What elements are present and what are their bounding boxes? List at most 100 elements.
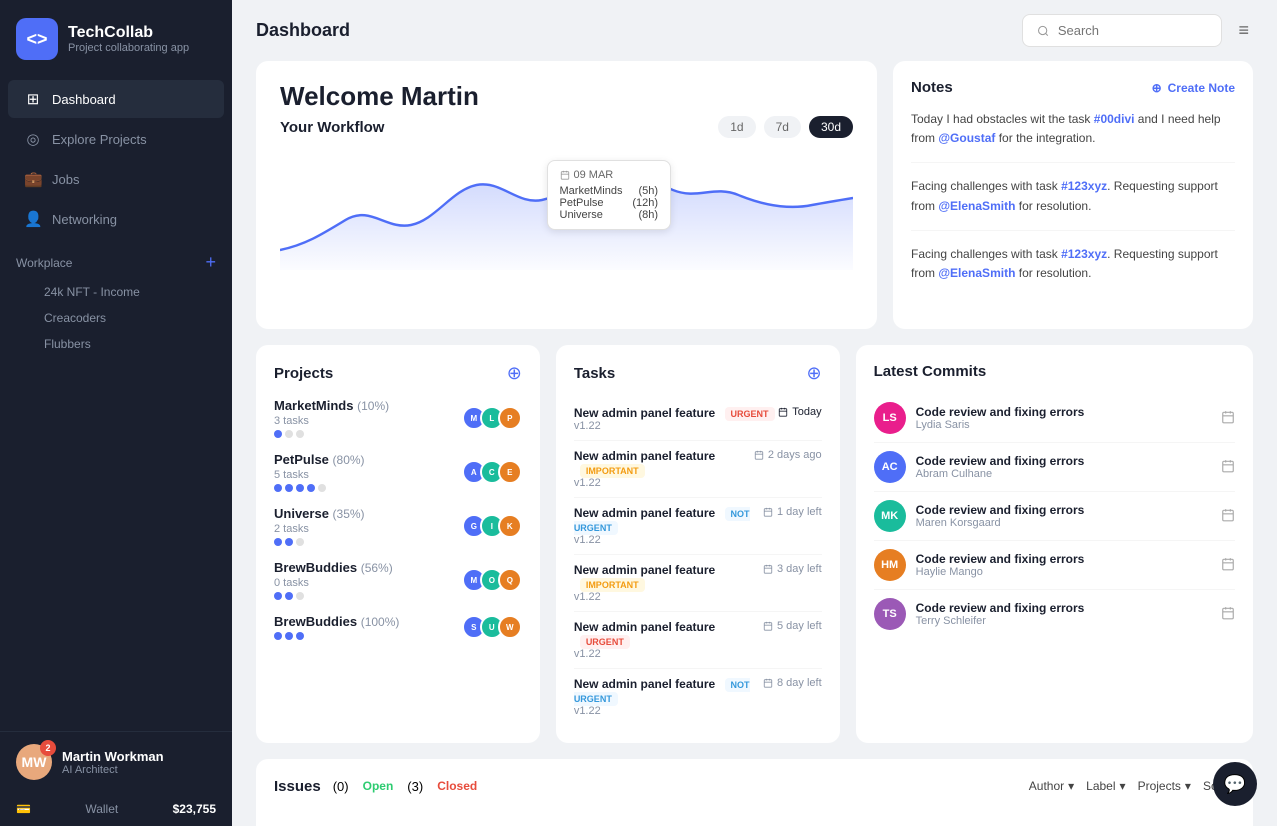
filter-7d[interactable]: 7d [764, 116, 801, 138]
projects-list: MarketMinds (10%) 3 tasks MLP PetPulse (… [274, 398, 522, 640]
workplace-label: Workplace [16, 256, 72, 270]
plus-icon: ⊕ [1152, 81, 1162, 95]
dot [307, 484, 315, 492]
filter-author-label: Author [1029, 779, 1064, 793]
task-badge: NOT URGENT [574, 507, 750, 535]
task-name: New admin panel feature NOT URGENT [574, 506, 763, 534]
task-ver: v1.22 [574, 420, 778, 432]
tooltip-item-0: MarketMinds (5h) [560, 185, 659, 197]
time-filters: 1d 7d 30d [718, 116, 853, 138]
sidebar-bottom: MW 2 Martin Workman AI Architect 💳 Walle… [0, 731, 232, 826]
sidebar-item-nft[interactable]: 24k NFT - Income [16, 279, 216, 305]
progress-dots [274, 632, 462, 640]
task-badge: IMPORTANT [580, 464, 645, 478]
commit-title: Code review and fixing errors [916, 454, 1211, 468]
commit-info: Code review and fixing errors Abram Culh… [916, 454, 1211, 480]
create-note-button[interactable]: ⊕ Create Note [1152, 81, 1235, 95]
tooltip-item-2: Universe (8h) [560, 209, 659, 221]
task-date: 3 day left [763, 563, 822, 575]
top-row: Welcome Martin Your Workflow 1d 7d 30d 0… [256, 61, 1253, 329]
commit-author: Haylie Mango [916, 566, 1211, 578]
note-link-1-1[interactable]: @ElenaSmith [938, 199, 1015, 213]
tooltip-date-text: 09 MAR [574, 169, 614, 181]
logo-icon: <> [16, 18, 58, 60]
project-avatars: GIK [462, 514, 522, 538]
header-right: ≡ [1022, 14, 1253, 47]
nav-menu: ⊞ Dashboard ◎ Explore Projects 💼 Jobs 👤 … [0, 78, 232, 240]
nav-item-networking[interactable]: 👤 Networking [8, 200, 224, 238]
filter-1d[interactable]: 1d [718, 116, 755, 138]
sidebar-item-creacoders[interactable]: Creacoders [16, 305, 216, 331]
notification-badge: 2 [40, 740, 56, 756]
project-info: BrewBuddies (100%) [274, 614, 462, 640]
calendar-icon[interactable] [1221, 557, 1235, 574]
search-input[interactable] [1058, 23, 1208, 38]
task-left: New admin panel feature IMPORTANT v1.22 [574, 449, 754, 489]
task-name: New admin panel feature URGENT [574, 620, 763, 648]
task-date: 5 day left [763, 620, 822, 632]
task-ver: v1.22 [574, 534, 763, 546]
dot [285, 592, 293, 600]
note-link-0-0[interactable]: #00divi [1094, 112, 1135, 126]
project-tasks: 5 tasks [274, 469, 462, 481]
filter-30d[interactable]: 30d [809, 116, 853, 138]
task-ver: v1.22 [574, 591, 763, 603]
issues-tab-closed[interactable]: Closed [431, 777, 483, 795]
calendar-icon[interactable] [1221, 606, 1235, 623]
commit-info: Code review and fixing errors Terry Schl… [916, 601, 1211, 627]
chevron-down-icon-2: ▾ [1120, 779, 1126, 793]
filter-author[interactable]: Author ▾ [1029, 779, 1074, 793]
tasks-add-button[interactable]: ⊕ [807, 363, 822, 384]
commit-author: Terry Schleifer [916, 615, 1211, 627]
filter-projects[interactable]: Projects ▾ [1138, 779, 1191, 793]
user-section: MW 2 Martin Workman AI Architect [0, 731, 232, 792]
calendar-icon[interactable] [1221, 410, 1235, 427]
commit-title: Code review and fixing errors [916, 552, 1211, 566]
commits-title: Latest Commits [874, 363, 987, 380]
tasks-list: New admin panel feature URGENT v1.22 Tod… [574, 398, 822, 725]
avatar: MW 2 [16, 744, 52, 780]
project-tasks: 3 tasks [274, 415, 462, 427]
dot [285, 538, 293, 546]
tooltip-val-2: (8h) [638, 209, 658, 221]
note-link-2-0[interactable]: #123xyz [1061, 247, 1107, 261]
task-item-0: New admin panel feature URGENT v1.22 Tod… [574, 398, 822, 441]
sidebar-item-flubbers[interactable]: Flubbers [16, 331, 216, 357]
commit-item-4: TS Code review and fixing errors Terry S… [874, 590, 1235, 638]
menu-button[interactable]: ≡ [1234, 16, 1253, 45]
projects-header: Projects ⊕ [274, 363, 522, 384]
avatar: Q [498, 568, 522, 592]
dot [274, 430, 282, 438]
chevron-down-icon: ▾ [1068, 779, 1074, 793]
notes-title: Notes [911, 79, 953, 96]
note-item-1: Facing challenges with task #123xyz. Req… [911, 177, 1235, 230]
issues-header: Issues (0) Open (3) Closed Author ▾ Labe… [274, 777, 1235, 795]
note-link-2-1[interactable]: @ElenaSmith [938, 266, 1015, 280]
progress-dots [274, 592, 462, 600]
tasks-header: Tasks ⊕ [574, 363, 822, 384]
notes-header: Notes ⊕ Create Note [911, 79, 1235, 96]
projects-add-button[interactable]: ⊕ [507, 363, 522, 384]
note-link-1-0[interactable]: #123xyz [1061, 179, 1107, 193]
calendar-icon[interactable] [1221, 459, 1235, 476]
create-note-label: Create Note [1168, 81, 1235, 95]
workplace-add-button[interactable]: + [205, 252, 216, 273]
note-link-0-1[interactable]: @Goustaf [938, 131, 995, 145]
nav-item-dashboard[interactable]: ⊞ Dashboard [8, 80, 224, 118]
commit-info: Code review and fixing errors Lydia Sari… [916, 405, 1211, 431]
dot [296, 430, 304, 438]
wallet-label: Wallet [85, 802, 118, 816]
commit-avatar: AC [874, 451, 906, 483]
calendar-icon[interactable] [1221, 508, 1235, 525]
project-name: BrewBuddies (56%) [274, 560, 462, 575]
nav-item-jobs[interactable]: 💼 Jobs [8, 160, 224, 198]
task-ver: v1.22 [574, 648, 763, 660]
nav-item-explore[interactable]: ◎ Explore Projects [8, 120, 224, 158]
commit-title: Code review and fixing errors [916, 503, 1211, 517]
issues-tab-open[interactable]: Open [357, 777, 400, 795]
avatar: E [498, 460, 522, 484]
project-item-2: Universe (35%) 2 tasks GIK [274, 506, 522, 546]
chat-button[interactable]: 💬 [1213, 762, 1257, 806]
tooltip-date: 09 MAR [560, 169, 659, 181]
filter-label[interactable]: Label ▾ [1086, 779, 1125, 793]
